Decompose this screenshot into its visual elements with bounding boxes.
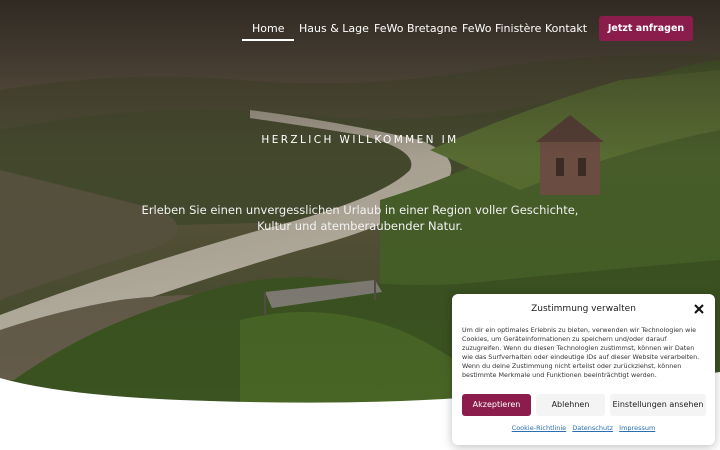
hero-welcome-heading: HERZLICH WILLKOMMEN IM: [261, 134, 459, 146]
accept-cookies-button[interactable]: Akzeptieren: [462, 394, 531, 416]
nav-item-kontakt[interactable]: Kontakt: [545, 20, 587, 38]
nav-item-fewo-finistere[interactable]: FeWo Finistère: [462, 20, 541, 38]
cookie-dialog-title: Zustimmung verwalten: [531, 304, 636, 314]
deny-cookies-button[interactable]: Ablehnen: [536, 394, 605, 416]
cookie-policy-link[interactable]: Cookie-Richtlinie: [512, 424, 567, 432]
cookie-consent-dialog: Zustimmung verwalten Um dir ein optimale…: [452, 294, 715, 445]
jetzt-anfragen-button[interactable]: Jetzt anfragen: [599, 16, 693, 41]
privacy-link[interactable]: Datenschutz: [572, 424, 613, 432]
close-icon[interactable]: [693, 303, 705, 315]
imprint-link[interactable]: Impressum: [619, 424, 655, 432]
nav-item-haus-lage[interactable]: Haus & Lage: [299, 20, 369, 38]
cookie-dialog-text: Um dir ein optimales Erlebnis zu bieten,…: [462, 326, 700, 380]
main-navigation: Home Haus & Lage FeWo Bretagne FeWo Fini…: [0, 0, 720, 58]
nav-item-home[interactable]: Home: [241, 20, 296, 41]
hero-tagline: Erleben Sie einen unvergesslichen Urlaub…: [141, 203, 579, 233]
cookie-settings-button[interactable]: Einstellungen ansehen: [610, 394, 706, 416]
cookie-dialog-links: Cookie-Richtlinie Datenschutz Impressum: [452, 424, 715, 432]
nav-item-fewo-bretagne[interactable]: FeWo Bretagne: [374, 20, 457, 38]
